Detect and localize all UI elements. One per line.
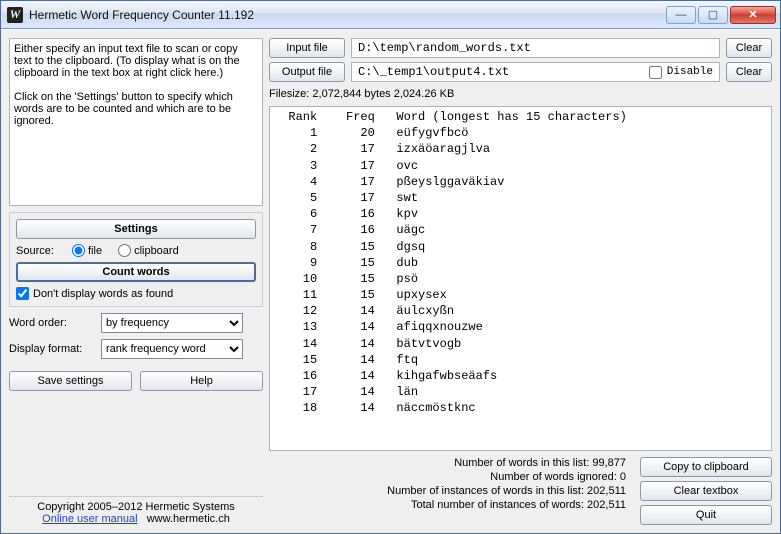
stat-instances-in-list: Number of instances of words in this lis… xyxy=(387,485,626,497)
titlebar: W Hermetic Word Frequency Counter 11.192… xyxy=(1,1,780,29)
display-format-label: Display format: xyxy=(9,343,95,355)
stats-row: Number of words in this list: 99,877 Num… xyxy=(269,457,772,525)
left-panel: Either specify an input text file to sca… xyxy=(9,38,263,525)
help-button[interactable]: Help xyxy=(140,371,263,391)
quit-button[interactable]: Quit xyxy=(640,505,772,525)
disable-output-check[interactable]: Disable xyxy=(645,63,713,82)
output-file-path[interactable]: C:\_temp1\output4.txt xyxy=(358,65,635,79)
display-format-row: Display format: rank frequency word xyxy=(9,339,263,359)
footer-links: Online user manual www.hermetic.ch xyxy=(9,513,263,525)
source-clipboard-label: clipboard xyxy=(134,245,179,257)
close-button[interactable]: ✕ xyxy=(730,6,776,24)
app-icon: W xyxy=(7,7,23,23)
results-textbox[interactable]: Rank Freq Word (longest has 15 character… xyxy=(269,106,772,451)
output-file-button[interactable]: Output file xyxy=(269,62,345,82)
window-title: Hermetic Word Frequency Counter 11.192 xyxy=(29,8,666,22)
stats-buttons: Copy to clipboard Clear textbox Quit xyxy=(640,457,772,525)
main-window: W Hermetic Word Frequency Counter 11.192… xyxy=(0,0,781,534)
clear-output-button[interactable]: Clear xyxy=(726,62,772,82)
source-clipboard-radio[interactable]: clipboard xyxy=(118,244,179,257)
source-label: Source: xyxy=(16,245,66,257)
save-settings-button[interactable]: Save settings xyxy=(9,371,132,391)
word-order-select[interactable]: by frequency xyxy=(101,313,243,333)
disable-label: Disable xyxy=(667,66,713,78)
dont-display-label: Don't display words as found xyxy=(33,288,173,300)
stat-words-in-list: Number of words in this list: 99,877 xyxy=(454,457,626,469)
instructions-textbox[interactable]: Either specify an input text file to sca… xyxy=(9,38,263,206)
right-panel: Input file D:\temp\random_words.txt Clea… xyxy=(269,38,772,525)
online-manual-link[interactable]: Online user manual xyxy=(42,513,137,525)
count-words-button[interactable]: Count words xyxy=(16,262,256,282)
client-area: Either specify an input text file to sca… xyxy=(1,29,780,533)
clear-textbox-button[interactable]: Clear textbox xyxy=(640,481,772,501)
input-file-row: Input file D:\temp\random_words.txt Clea… xyxy=(269,38,772,58)
source-row: Source: file clipboard xyxy=(16,244,256,257)
output-file-row: Output file C:\_temp1\output4.txt Disabl… xyxy=(269,62,772,82)
source-file-radio[interactable]: file xyxy=(72,244,102,257)
footer: Copyright 2005–2012 Hermetic Systems Onl… xyxy=(9,496,263,525)
filesize-text: Filesize: 2,072,844 bytes 2,024.26 KB xyxy=(269,86,772,102)
source-file-label: file xyxy=(88,245,102,257)
copy-clipboard-button[interactable]: Copy to clipboard xyxy=(640,457,772,477)
input-file-button[interactable]: Input file xyxy=(269,38,345,58)
site-text: www.hermetic.ch xyxy=(147,513,230,525)
window-controls: — ▢ ✕ xyxy=(666,6,776,24)
copyright-text: Copyright 2005–2012 Hermetic Systems xyxy=(9,501,263,513)
disable-output-checkbox-input[interactable] xyxy=(649,66,662,79)
word-order-label: Word order: xyxy=(9,317,95,329)
clear-input-button[interactable]: Clear xyxy=(726,38,772,58)
word-order-row: Word order: by frequency xyxy=(9,313,263,333)
output-file-path-box: C:\_temp1\output4.txt Disable xyxy=(351,62,720,82)
dont-display-check[interactable]: Don't display words as found xyxy=(16,287,256,300)
input-file-path[interactable]: D:\temp\random_words.txt xyxy=(351,38,720,58)
source-file-radio-input[interactable] xyxy=(72,244,85,257)
settings-panel: Settings Source: file clipboard Count wo… xyxy=(9,212,263,307)
source-clipboard-radio-input[interactable] xyxy=(118,244,131,257)
stat-words-ignored: Number of words ignored: 0 xyxy=(490,471,626,483)
dont-display-checkbox-input[interactable] xyxy=(16,287,29,300)
minimize-button[interactable]: — xyxy=(666,6,696,24)
settings-button[interactable]: Settings xyxy=(16,219,256,239)
display-format-select[interactable]: rank frequency word xyxy=(101,339,243,359)
maximize-button[interactable]: ▢ xyxy=(698,6,728,24)
stats-text: Number of words in this list: 99,877 Num… xyxy=(269,457,630,511)
stat-total-instances: Total number of instances of words: 202,… xyxy=(411,499,626,511)
